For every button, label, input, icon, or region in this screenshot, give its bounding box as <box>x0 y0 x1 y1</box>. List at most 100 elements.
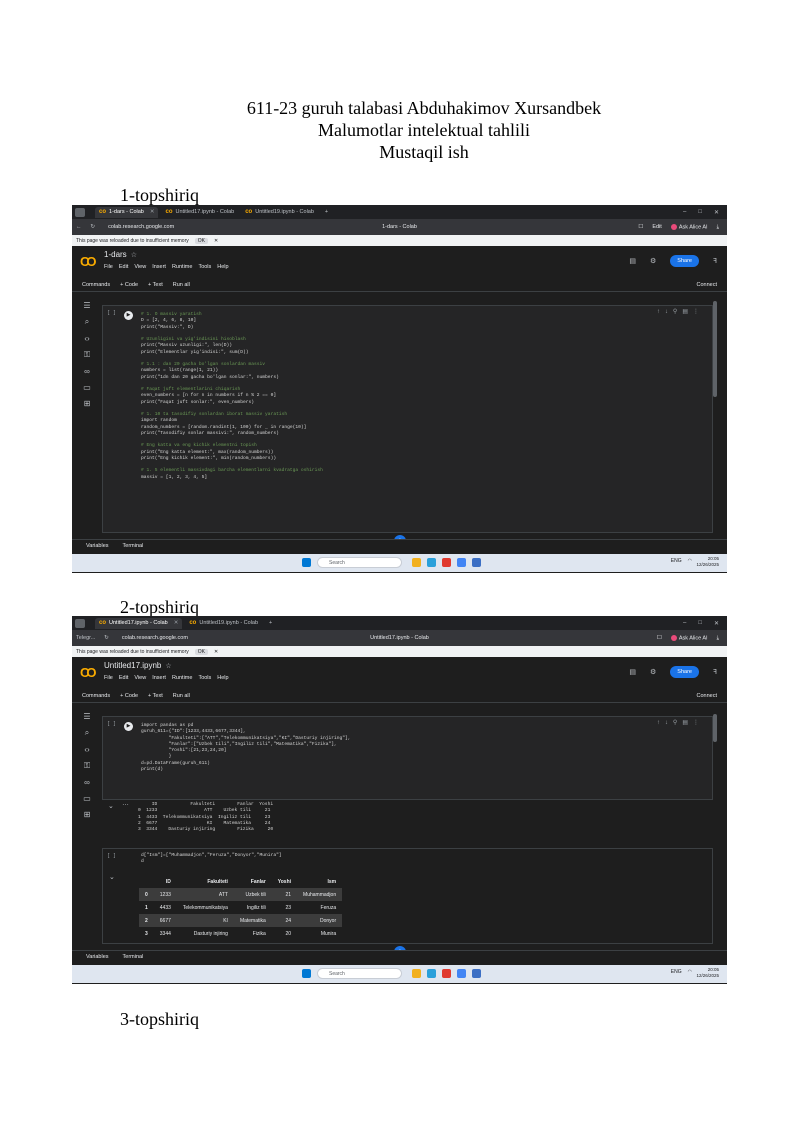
add-text-button[interactable]: + Text <box>148 693 163 699</box>
menu-edit[interactable]: Edit <box>119 264 128 270</box>
menu-help[interactable]: Help <box>217 264 228 270</box>
reload-icon[interactable]: ↻ <box>91 224 96 230</box>
menu-file[interactable]: File <box>104 264 113 270</box>
account-icon[interactable]: ꟻ <box>713 257 717 265</box>
browser-tab-untitled19[interactable]: co Untitled19.ipynb - Colab <box>241 207 318 218</box>
minimize-icon[interactable]: – <box>683 209 686 216</box>
notebook-name[interactable]: 1-dars ☆ <box>104 250 137 259</box>
telegram-tab-label[interactable]: Telegr... <box>76 635 95 641</box>
code-cell-2[interactable]: [ ] d["Ism"]=["Muhammadjon","Feruza","Do… <box>102 848 713 944</box>
menu-runtime[interactable]: Runtime <box>172 675 192 681</box>
new-tab-icon[interactable]: + <box>325 209 328 215</box>
browser-tab-untitled17[interactable]: co Untitled17.ipynb - Colab <box>161 207 238 218</box>
wifi-icon[interactable]: ◠ <box>688 969 692 975</box>
search-icon[interactable]: ⌕ <box>85 728 89 738</box>
variables-button[interactable]: Variables <box>86 543 109 549</box>
lang-indicator[interactable]: ENG <box>671 558 682 564</box>
toc-icon[interactable]: ☰ <box>83 712 90 721</box>
commands-button[interactable]: Commands <box>82 282 110 288</box>
gear-icon[interactable]: ⚙ <box>650 257 656 265</box>
bookmark-icon[interactable]: ☐ <box>638 224 643 230</box>
code-editor[interactable]: # 1. O massiv yaratish D = [2, 4, 6, 8, 1… <box>141 312 323 481</box>
chrome-icon[interactable] <box>457 558 466 567</box>
minimize-icon[interactable]: – <box>683 620 686 627</box>
code-editor[interactable]: d["Ism"]=["Muhammadjon","Feruza","Donyor… <box>141 853 282 866</box>
add-text-button[interactable]: + Text <box>148 282 163 288</box>
chevron-down-icon[interactable]: ⌄ <box>108 802 114 810</box>
run-all-button[interactable]: Run all <box>173 282 190 288</box>
window-close-icon[interactable]: ✕ <box>714 620 719 627</box>
browser-menu-icon[interactable] <box>75 207 85 217</box>
code-cell[interactable]: [ ] ▶ ↑↓⚲▤⋮ # 1. O massiv yaratish D = [2… <box>102 305 713 533</box>
menu-view[interactable]: View <box>134 264 146 270</box>
code-snippets-icon[interactable]: ‹› <box>84 745 89 754</box>
menu-insert[interactable]: Insert <box>152 675 166 681</box>
lang-indicator[interactable]: ENG <box>671 969 682 975</box>
url-text[interactable]: colab.research.google.com <box>122 635 188 641</box>
menu-tools[interactable]: Tools <box>198 675 211 681</box>
ask-ai-button[interactable]: Ask Alice AI <box>670 223 708 230</box>
edit-button[interactable]: Edit <box>652 224 661 230</box>
commands-button[interactable]: Commands <box>82 693 110 699</box>
menu-file[interactable]: File <box>104 675 113 681</box>
info-ok-button[interactable]: OK <box>194 648 208 655</box>
file-explorer-icon[interactable] <box>412 969 421 978</box>
scrollbar[interactable] <box>713 301 717 397</box>
terminal-button[interactable]: Terminal <box>123 543 144 549</box>
files-icon[interactable]: ▭ <box>83 383 91 392</box>
add-code-button[interactable]: + Code <box>120 693 138 699</box>
run-cell-button[interactable]: ▶ <box>124 311 133 320</box>
add-code-button[interactable]: + Code <box>120 282 138 288</box>
taskbar-search[interactable]: Search <box>317 968 402 979</box>
telegram-icon[interactable] <box>427 558 436 567</box>
taskbar-search[interactable]: Search <box>317 557 402 568</box>
code-cell-1[interactable]: [ ] ▶ ↑↓⚲▤⋮ import pandas as pd guruh_611… <box>102 716 713 800</box>
browser-tab-untitled17[interactable]: co Untitled17.ipynb - Colab ✕ <box>95 617 183 629</box>
star-icon[interactable]: ☆ <box>165 663 171 670</box>
browser-tab-1dars[interactable]: co 1-dars - Colab ✕ <box>95 206 159 218</box>
secrets-icon[interactable]: ⚿ <box>84 761 90 771</box>
comment-icon[interactable]: ▤ <box>629 668 636 676</box>
window-close-icon[interactable]: ✕ <box>714 209 719 216</box>
gear-icon[interactable]: ⚙ <box>650 668 656 676</box>
download-icon[interactable]: ⤓ <box>717 635 719 642</box>
code-snippets-icon[interactable]: ‹› <box>84 334 89 343</box>
yandex-icon[interactable] <box>442 969 451 978</box>
output-menu-icon[interactable]: … <box>122 800 129 807</box>
new-tab-icon[interactable]: + <box>269 620 272 626</box>
notebook-name[interactable]: Untitled17.ipynb ☆ <box>104 661 172 670</box>
app-icon[interactable] <box>472 558 481 567</box>
url-text[interactable]: colab.research.google.com <box>108 224 174 230</box>
connect-button[interactable]: Connect <box>697 282 728 288</box>
back-icon[interactable]: ← <box>76 224 82 230</box>
code-editor[interactable]: import pandas as pd guruh_611={"ID":[1233… <box>141 723 351 773</box>
menu-edit[interactable]: Edit <box>119 675 128 681</box>
star-icon[interactable]: ☆ <box>131 252 137 259</box>
link-icon[interactable]: ∞ <box>84 367 90 376</box>
wifi-icon[interactable]: ◠ <box>688 558 692 564</box>
scrollbar[interactable] <box>713 714 717 742</box>
share-button[interactable]: Share <box>670 666 699 678</box>
menu-runtime[interactable]: Runtime <box>172 264 192 270</box>
cell-toolbar-icons[interactable]: ↑↓⚲▤⋮ <box>657 719 704 726</box>
clock[interactable]: 20:05 12/26/2025 <box>696 556 719 568</box>
browser-tab-untitled19[interactable]: co Untitled19.ipynb - Colab <box>185 618 262 629</box>
menu-tools[interactable]: Tools <box>198 264 211 270</box>
telegram-icon[interactable] <box>427 969 436 978</box>
maximize-icon[interactable]: □ <box>698 209 702 216</box>
terminal-button[interactable]: Terminal <box>123 954 144 960</box>
chrome-icon[interactable] <box>457 969 466 978</box>
files-icon[interactable]: ▭ <box>83 794 91 803</box>
menu-insert[interactable]: Insert <box>152 264 166 270</box>
info-ok-button[interactable]: OK <box>194 237 208 244</box>
start-icon[interactable] <box>302 558 311 567</box>
browser-menu-icon[interactable] <box>75 618 85 628</box>
search-icon[interactable]: ⌕ <box>85 317 89 327</box>
run-all-button[interactable]: Run all <box>173 693 190 699</box>
secrets-icon[interactable]: ⚿ <box>84 350 90 360</box>
close-icon[interactable]: ✕ <box>174 620 179 626</box>
clock[interactable]: 20:05 12/26/2025 <box>696 967 719 979</box>
download-icon[interactable]: ⤓ <box>717 224 719 231</box>
file-explorer-icon[interactable] <box>412 558 421 567</box>
chevron-down-icon[interactable]: ⌄ <box>109 873 115 881</box>
